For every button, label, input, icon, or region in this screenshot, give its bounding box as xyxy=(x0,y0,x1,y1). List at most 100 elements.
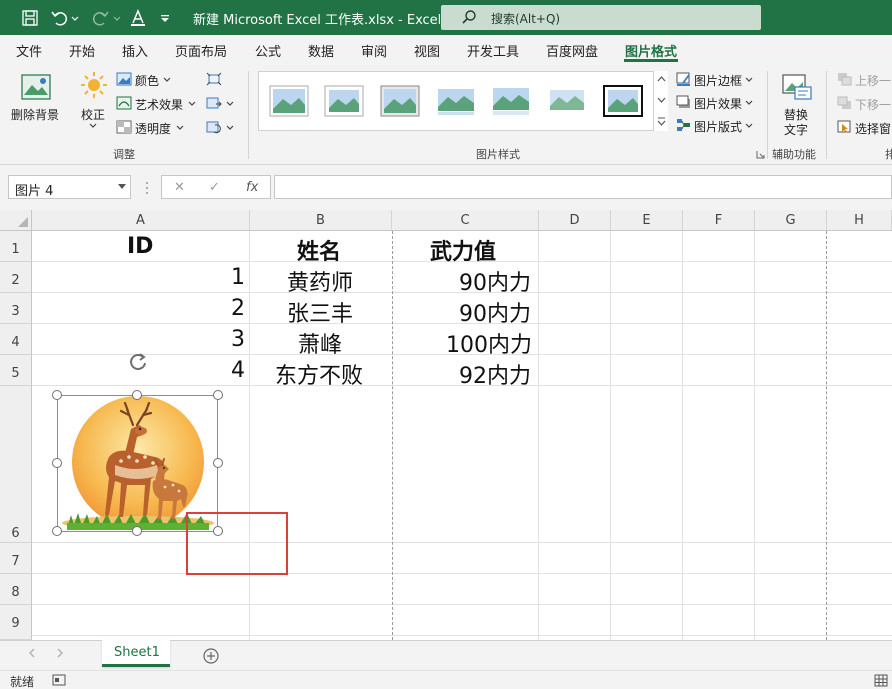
cell-c4[interactable]: 100内力 xyxy=(446,327,532,359)
tab-baidu-netdisk[interactable]: 百度网盘 xyxy=(546,41,598,60)
resize-handle[interactable] xyxy=(52,390,62,400)
column-header-c[interactable]: C xyxy=(392,210,539,231)
picture-style-thumb[interactable] xyxy=(436,85,476,117)
picture-style-thumb[interactable] xyxy=(269,85,309,117)
row-header-7[interactable]: 7 xyxy=(0,543,32,574)
cell-a2[interactable]: 1 xyxy=(231,265,245,290)
next-sheet-icon[interactable] xyxy=(56,648,64,658)
resize-handle[interactable] xyxy=(213,390,223,400)
picture-style-thumb[interactable] xyxy=(491,85,531,117)
tab-home[interactable]: 开始 xyxy=(69,41,95,60)
search-box[interactable]: 搜索(Alt+Q) xyxy=(441,5,761,30)
artistic-effects-button[interactable]: 艺术效果 xyxy=(135,96,183,113)
change-picture-dropdown-icon[interactable] xyxy=(226,101,234,107)
row-header-8[interactable]: 8 xyxy=(0,574,32,605)
dialog-launcher-icon[interactable] xyxy=(756,150,765,159)
column-header-h[interactable]: H xyxy=(827,210,892,231)
select-all-corner[interactable] xyxy=(0,210,32,231)
spreadsheet-grid[interactable]: A B C D E F G H 1 2 3 4 5 6 7 8 9 ID 姓名 … xyxy=(0,210,892,640)
cell-c5[interactable]: 92内力 xyxy=(459,358,531,390)
resize-handle[interactable] xyxy=(132,526,142,536)
resize-handle[interactable] xyxy=(213,458,223,468)
picture-style-thumb[interactable] xyxy=(380,85,420,117)
selection-pane-button[interactable]: 选择窗 xyxy=(855,120,891,137)
formula-input[interactable] xyxy=(274,175,892,199)
picture-layout-dropdown-icon[interactable] xyxy=(745,123,753,129)
undo-dropdown-icon[interactable] xyxy=(70,8,80,28)
column-header-d[interactable]: D xyxy=(539,210,611,231)
cancel-icon[interactable]: ✕ xyxy=(174,180,185,195)
picture-styles-gallery[interactable] xyxy=(258,71,668,131)
corrections-sun-icon[interactable] xyxy=(80,71,108,99)
picture-layout-button[interactable]: 图片版式 xyxy=(694,118,742,135)
resize-handle[interactable] xyxy=(52,526,62,536)
send-backward-button[interactable]: 下移一 xyxy=(855,96,891,113)
alt-text-icon[interactable] xyxy=(781,73,813,101)
reset-picture-dropdown-icon[interactable] xyxy=(226,125,234,131)
font-color-icon[interactable] xyxy=(128,8,148,28)
row-header-4[interactable]: 4 xyxy=(0,324,32,355)
remove-background-button[interactable]: 删除背景 xyxy=(11,106,59,123)
undo-icon[interactable] xyxy=(50,8,70,28)
row-header-3[interactable]: 3 xyxy=(0,293,32,324)
cell-b1[interactable]: 姓名 xyxy=(297,234,341,266)
prev-sheet-icon[interactable] xyxy=(28,648,36,658)
gallery-scroll[interactable] xyxy=(653,71,668,131)
tab-formulas[interactable]: 公式 xyxy=(255,41,281,60)
add-sheet-icon[interactable] xyxy=(202,647,220,665)
transparency-dropdown-icon[interactable] xyxy=(176,125,184,131)
color-button[interactable]: 颜色 xyxy=(135,72,159,89)
corrections-button[interactable]: 校正 xyxy=(81,106,105,123)
name-box-dropdown-icon[interactable] xyxy=(118,184,126,190)
tab-data[interactable]: 数据 xyxy=(308,41,334,60)
picture-style-thumb[interactable] xyxy=(324,85,364,117)
sheet-tab-sheet1[interactable]: Sheet1 xyxy=(102,640,170,667)
row-header-2[interactable]: 2 xyxy=(0,262,32,293)
row-header-9[interactable]: 9 xyxy=(0,605,32,640)
enter-icon[interactable]: ✓ xyxy=(209,180,220,195)
change-picture-icon[interactable] xyxy=(206,96,222,110)
tab-picture-format[interactable]: 图片格式 xyxy=(625,41,677,60)
cell-b2[interactable]: 黄药师 xyxy=(287,265,353,297)
cell-c3[interactable]: 90内力 xyxy=(459,296,531,328)
resize-handle[interactable] xyxy=(132,390,142,400)
cell-c2[interactable]: 90内力 xyxy=(459,265,531,297)
color-dropdown-icon[interactable] xyxy=(163,77,171,83)
cell-a4[interactable]: 3 xyxy=(231,327,245,352)
cell-b5[interactable]: 东方不败 xyxy=(275,358,363,390)
artistic-effects-dropdown-icon[interactable] xyxy=(188,101,196,107)
insert-function-icon[interactable]: fx xyxy=(246,180,258,195)
tab-view[interactable]: 视图 xyxy=(414,41,440,60)
reset-picture-icon[interactable] xyxy=(206,120,222,134)
gallery-down-icon[interactable] xyxy=(657,96,666,104)
redo-dropdown-icon[interactable] xyxy=(112,8,122,28)
bring-forward-button[interactable]: 上移一 xyxy=(855,72,891,89)
picture-border-dropdown-icon[interactable] xyxy=(745,77,753,83)
resize-handle[interactable] xyxy=(52,458,62,468)
transparency-button[interactable]: 透明度 xyxy=(135,120,171,137)
column-header-g[interactable]: G xyxy=(755,210,827,231)
column-header-e[interactable]: E xyxy=(611,210,683,231)
cell-b3[interactable]: 张三丰 xyxy=(287,296,353,328)
picture-effects-dropdown-icon[interactable] xyxy=(745,100,753,106)
cell-a3[interactable]: 2 xyxy=(231,296,245,321)
row-header-1[interactable]: 1 xyxy=(0,231,32,262)
corrections-dropdown-icon[interactable] xyxy=(89,123,97,129)
tab-insert[interactable]: 插入 xyxy=(122,41,148,60)
column-header-a[interactable]: A xyxy=(32,210,250,231)
tab-review[interactable]: 审阅 xyxy=(361,41,387,60)
picture-effects-button[interactable]: 图片效果 xyxy=(694,95,742,112)
redo-icon[interactable] xyxy=(90,8,110,28)
rotate-handle-icon[interactable] xyxy=(127,351,149,373)
normal-view-icon[interactable] xyxy=(874,674,888,687)
gallery-up-icon[interactable] xyxy=(657,75,666,83)
tab-page-layout[interactable]: 页面布局 xyxy=(175,41,227,60)
cell-c1[interactable]: 武力值 xyxy=(430,234,496,266)
accessibility-check-icon[interactable] xyxy=(52,674,66,687)
picture-style-thumb-selected[interactable] xyxy=(603,85,643,117)
save-icon[interactable] xyxy=(20,8,40,28)
compress-pictures-icon[interactable] xyxy=(206,72,222,86)
column-header-b[interactable]: B xyxy=(250,210,392,231)
picture-border-button[interactable]: 图片边框 xyxy=(694,72,742,89)
tab-developer[interactable]: 开发工具 xyxy=(467,41,519,60)
